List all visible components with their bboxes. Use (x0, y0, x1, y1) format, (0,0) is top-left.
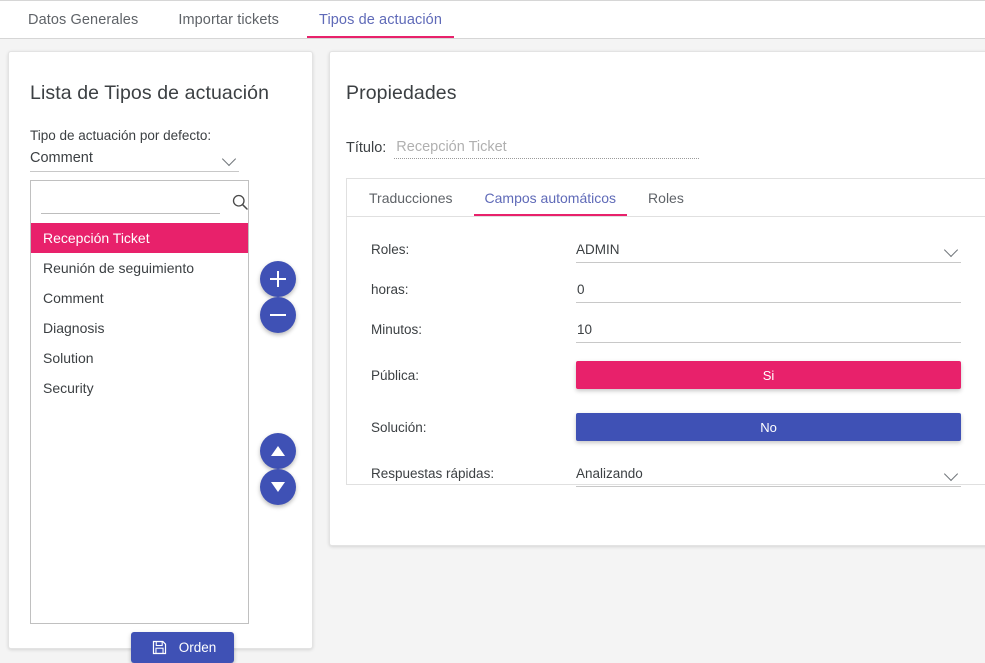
properties-panel: Propiedades Título: Traducciones Campos … (329, 51, 985, 546)
default-type-select[interactable]: Comment (30, 145, 239, 172)
action-types-listbox: Recepción Ticket Reunión de seguimiento … (30, 180, 249, 624)
list-item-label: Reunión de seguimiento (43, 260, 194, 276)
roles-value: ADMIN (576, 241, 620, 257)
tab-tipos-de-actuacion[interactable]: Tipos de actuación (299, 1, 462, 38)
list-item[interactable]: Security (31, 373, 248, 403)
chevron-down-icon (223, 154, 237, 163)
titulo-row: Título: (346, 135, 700, 159)
field-respuestas-rapidas: Respuestas rápidas: Analizando (371, 459, 961, 488)
move-up-button[interactable] (260, 433, 296, 469)
field-label: horas: (371, 282, 409, 297)
list-item[interactable]: Diagnosis (31, 313, 248, 343)
save-floppy-icon (152, 640, 166, 655)
main-tab-bar: Datos Generales Importar tickets Tipos d… (0, 0, 985, 39)
minutos-input[interactable] (576, 316, 961, 343)
roles-select[interactable]: ADMIN (576, 237, 961, 263)
tab-roles[interactable]: Roles (632, 179, 700, 216)
default-type-value: Comment (30, 150, 93, 166)
tab-label: Importar tickets (178, 11, 280, 28)
tab-datos-generales[interactable]: Datos Generales (8, 1, 158, 38)
field-control: Analizando (576, 461, 961, 487)
tab-label: Datos Generales (28, 11, 139, 28)
field-control: Si (576, 361, 961, 389)
field-control (576, 316, 961, 343)
move-down-button[interactable] (260, 469, 296, 505)
search-input[interactable] (41, 190, 220, 214)
field-label: Solución: (371, 419, 427, 435)
properties-tab-strip: Traducciones Campos automáticos Roles (346, 178, 985, 216)
titulo-label: Título: (346, 140, 387, 156)
field-control (576, 276, 961, 303)
list-item[interactable]: Recepción Ticket (31, 223, 248, 253)
tab-label: Campos automáticos (484, 189, 617, 206)
list-item-label: Solution (43, 350, 94, 366)
field-horas: horas: (371, 275, 961, 304)
campos-automaticos-form: Roles: ADMIN horas: Minutos: (346, 216, 985, 488)
tab-traducciones[interactable]: Traducciones (353, 179, 469, 216)
titulo-input[interactable] (394, 135, 700, 159)
field-label: Respuestas rápidas: (371, 466, 495, 481)
field-minutos: Minutos: (371, 315, 961, 344)
remove-button[interactable] (260, 297, 296, 333)
publica-toggle-button[interactable]: Si (576, 361, 961, 389)
tab-label: Traducciones (369, 189, 453, 206)
field-label: Pública: (371, 367, 420, 383)
list-item[interactable]: Reunión de seguimiento (31, 253, 248, 283)
default-type-label: Tipo de actuación por defecto: (30, 128, 212, 143)
chevron-down-icon (945, 245, 959, 254)
plus-icon (270, 271, 286, 287)
list-item-label: Recepción Ticket (43, 230, 150, 246)
solucion-toggle-button[interactable]: No (576, 413, 961, 441)
list-item-label: Comment (43, 290, 104, 306)
field-label: Minutos: (371, 322, 423, 337)
field-control: ADMIN (576, 237, 961, 263)
properties-tab-card: Traducciones Campos automáticos Roles Ro… (346, 178, 985, 488)
tab-label: Tipos de actuación (319, 11, 443, 28)
tab-importar-tickets[interactable]: Importar tickets (158, 1, 299, 38)
add-button[interactable] (260, 261, 296, 297)
arrow-up-icon (271, 446, 285, 456)
horas-input[interactable] (576, 276, 961, 303)
properties-title: Propiedades (346, 82, 457, 104)
list-item-label: Diagnosis (43, 320, 105, 336)
list-item[interactable]: Solution (31, 343, 248, 373)
search-row (31, 181, 248, 223)
tab-campos-automaticos[interactable]: Campos automáticos (469, 179, 633, 216)
respuestas-rapidas-select[interactable]: Analizando (576, 461, 961, 487)
field-control: No (576, 413, 961, 441)
search-icon[interactable] (230, 192, 249, 212)
field-roles: Roles: ADMIN (371, 235, 961, 264)
page-title: Lista de Tipos de actuación (30, 82, 270, 104)
field-publica: Pública: Si (371, 355, 961, 395)
field-solucion: Solución: No (371, 407, 961, 447)
chevron-down-icon (945, 469, 959, 478)
order-button-label: Orden (178, 640, 217, 655)
arrow-down-icon (271, 482, 285, 492)
list-item[interactable]: Comment (31, 283, 248, 313)
tab-label: Roles (648, 189, 684, 206)
field-label: Roles: (371, 242, 410, 257)
respuestas-rapidas-value: Analizando (576, 465, 643, 481)
list-item-label: Security (43, 380, 94, 396)
action-types-list-panel: Lista de Tipos de actuación Tipo de actu… (8, 51, 313, 663)
order-save-button[interactable]: Orden (131, 632, 234, 663)
minus-icon (270, 307, 286, 323)
